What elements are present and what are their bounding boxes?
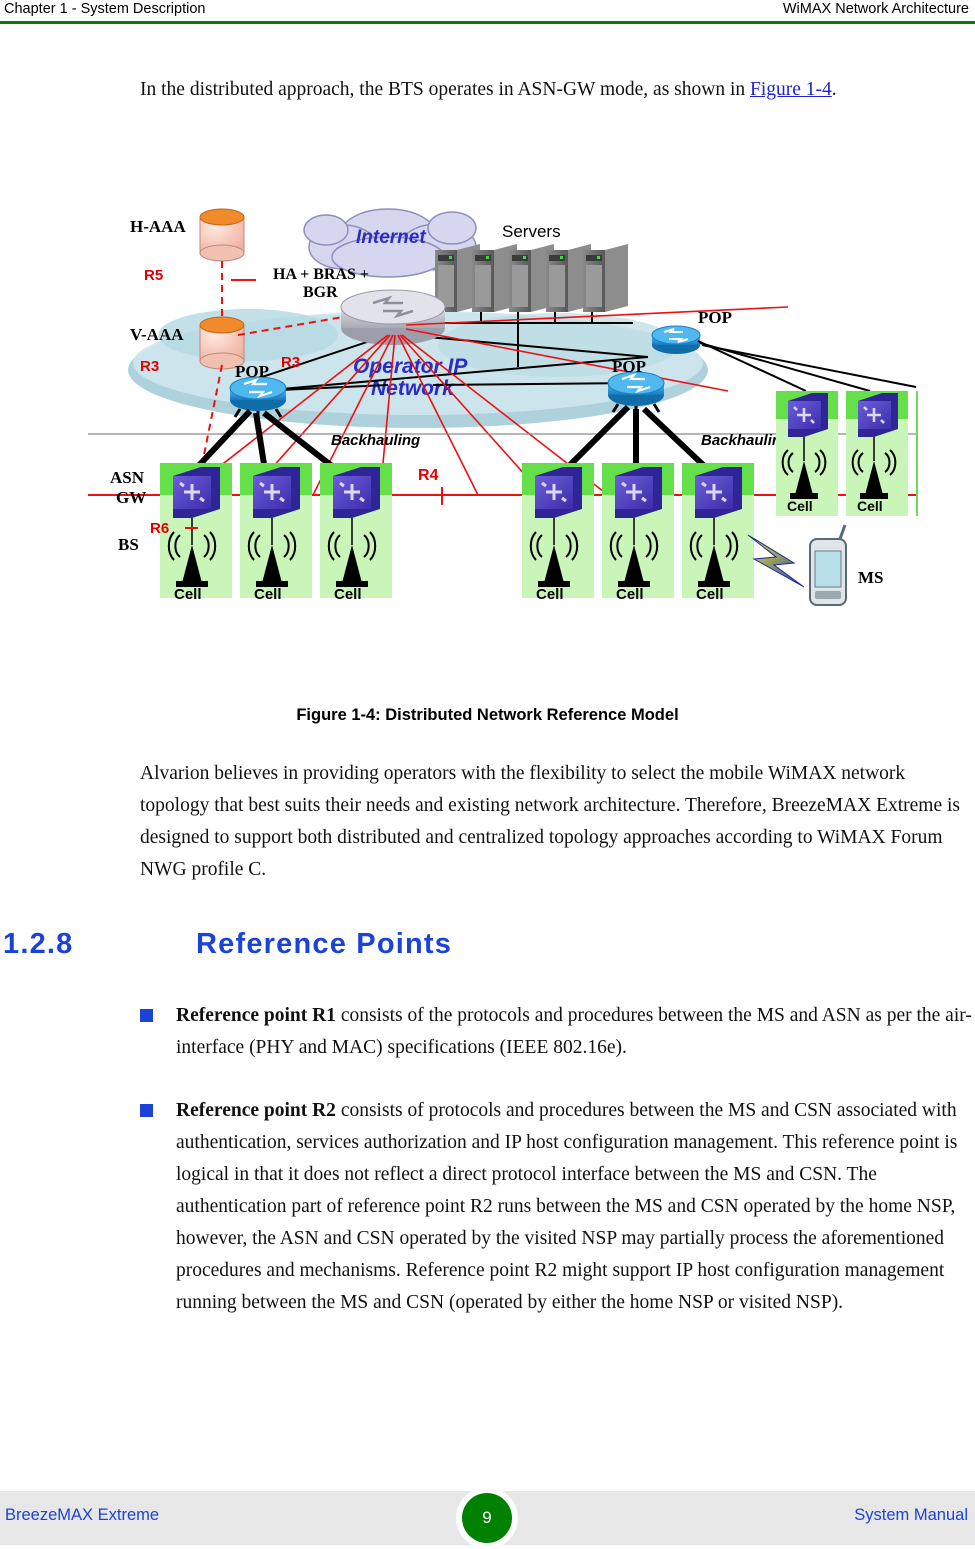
bullet-marker-icon xyxy=(140,1009,153,1022)
figure-caption: Figure 1-4: Distributed Network Referenc… xyxy=(296,706,679,724)
ha-bras-bgr-label-line1: HA + BRAS + xyxy=(273,266,369,283)
cell-label: Cell xyxy=(787,498,813,514)
cell-label: Cell xyxy=(174,586,202,603)
asn-gw-switch-icon xyxy=(695,467,742,518)
cell-site: Cell xyxy=(522,463,594,603)
wireless-link-bolt-icon xyxy=(747,534,805,588)
v-aaa-label: V-AAA xyxy=(130,325,184,344)
r3-label-left: R3 xyxy=(140,358,159,375)
asn-gw-label-line1: ASN xyxy=(110,468,145,487)
cell-label: Cell xyxy=(696,586,724,603)
bullet-text: Reference point R2 consists of protocols… xyxy=(176,1095,975,1319)
page-number-badge: 9 xyxy=(456,1487,518,1549)
page-number: 9 xyxy=(462,1493,512,1543)
bullet-lead: Reference point R1 xyxy=(176,1005,336,1026)
ha-bras-bgr-label-line2: BGR xyxy=(303,284,338,301)
header-section-title: WiMAX Network Architecture xyxy=(782,1,969,17)
footer-manual-name: System Manual xyxy=(854,1506,968,1524)
asn-gw-switch-icon xyxy=(173,467,220,518)
cell-label: Cell xyxy=(857,498,883,514)
section-title: Reference Points xyxy=(196,928,453,960)
bullet-body: consists of protocols and procedures bet… xyxy=(176,1100,958,1313)
after-figure-paragraph: Alvarion believes in providing operators… xyxy=(140,763,961,880)
asn-gw-switch-icon xyxy=(788,393,828,437)
asn-gw-switch-icon xyxy=(253,467,300,518)
pop-label-right: POP xyxy=(698,308,732,327)
pop-label-left: POP xyxy=(235,362,269,381)
bullet-lead: Reference point R2 xyxy=(176,1100,336,1121)
cell-site: Cell xyxy=(320,463,392,603)
intro-paragraph: In the distributed approach, the BTS ope… xyxy=(140,74,975,106)
ms-handset-icon xyxy=(809,524,847,606)
asn-gw-switch-icon xyxy=(333,467,380,518)
figure-cross-reference-link[interactable]: Figure 1-4 xyxy=(750,79,832,100)
cell-label: Cell xyxy=(254,586,282,603)
intro-text-after: . xyxy=(831,79,837,100)
header-chapter-title: Chapter 1 - System Description xyxy=(4,1,206,17)
bullet-marker-icon xyxy=(140,1104,153,1117)
bullet-reference-point-r1: Reference point R1 consists of the proto… xyxy=(140,1000,975,1064)
server-tower xyxy=(583,244,628,312)
cell-site: Cell xyxy=(602,463,674,603)
right-pop-cell-links xyxy=(697,340,917,392)
bullet-reference-point-r2: Reference point R2 consists of protocols… xyxy=(140,1095,975,1319)
intro-text-before: In the distributed approach, the BTS ope… xyxy=(140,79,750,100)
network-diagram-figure: Operator IP Network Internet Servers HA … xyxy=(88,195,918,620)
r5-label: R5 xyxy=(144,267,163,284)
cell-site: Cell xyxy=(682,463,754,603)
header-rule xyxy=(0,21,975,24)
footer-product-name: BreezeMAX Extreme xyxy=(5,1506,160,1524)
cell-site: Cell xyxy=(846,391,908,516)
cell-label: Cell xyxy=(536,586,564,603)
h-aaa-database-icon xyxy=(199,208,245,262)
cell-label: Cell xyxy=(334,586,362,603)
section-heading: 1.2.8 Reference Points xyxy=(0,928,975,972)
ms-label: MS xyxy=(858,568,884,587)
pop-router-right-icon xyxy=(651,325,701,354)
cell-site xyxy=(916,391,918,516)
asn-gw-label-line2: GW xyxy=(116,488,146,507)
asn-gw-switch-icon xyxy=(535,467,582,518)
r3-label-center: R3 xyxy=(281,354,300,371)
servers-label: Servers xyxy=(502,222,561,241)
bs-label: BS xyxy=(118,535,139,554)
h-aaa-label: H-AAA xyxy=(130,217,186,236)
pop-router-center-icon xyxy=(607,371,665,415)
cell-site: Cell xyxy=(160,463,232,603)
r4-label: R4 xyxy=(418,467,439,484)
backhauling-label-left: Backhauling xyxy=(331,432,420,449)
asn-gw-switch-icon xyxy=(858,393,898,437)
distributed-network-reference-model-svg: Operator IP Network Internet Servers HA … xyxy=(88,208,918,606)
page-header: Chapter 1 - System Description WiMAX Net… xyxy=(0,0,975,23)
cell-label: Cell xyxy=(616,586,644,603)
cell-site: Cell xyxy=(776,391,838,516)
pop-label-center: POP xyxy=(612,357,646,376)
cell-site: Cell xyxy=(240,463,312,603)
asn-gw-switch-icon xyxy=(615,467,662,518)
section-number: 1.2.8 xyxy=(3,928,74,960)
r6-label: R6 xyxy=(150,520,169,537)
internet-label: Internet xyxy=(356,227,426,248)
bullet-text: Reference point R1 consists of the proto… xyxy=(176,1000,975,1064)
